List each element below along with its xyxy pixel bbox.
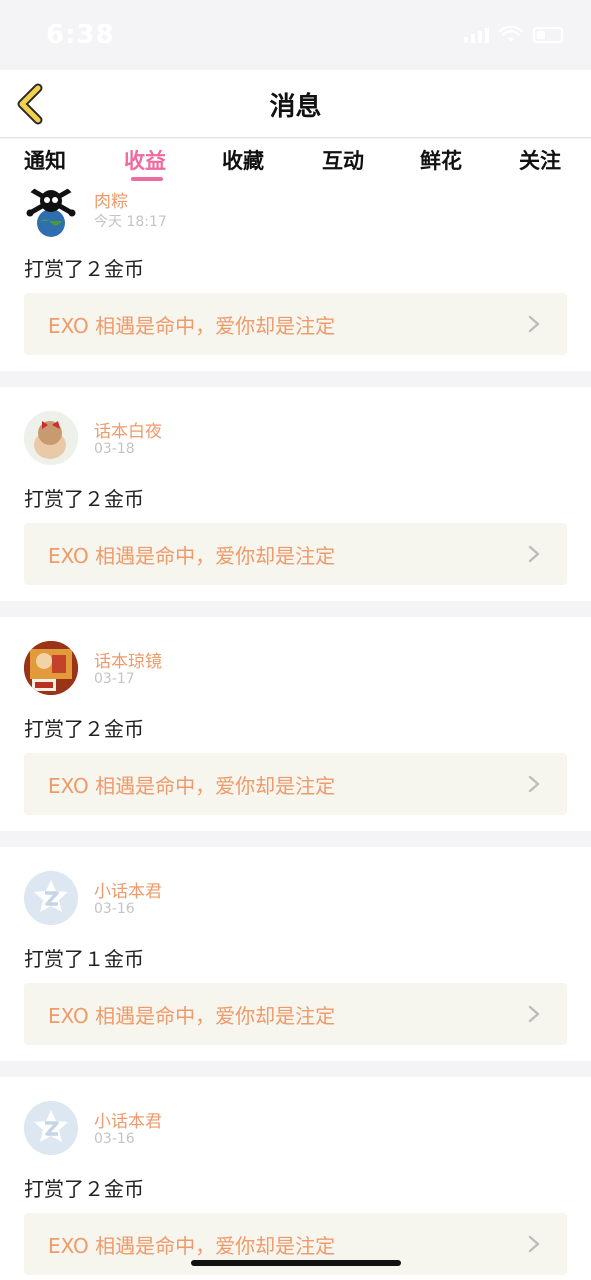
wifi-icon — [499, 26, 523, 42]
tab-favorites[interactable]: 收藏 — [222, 145, 264, 175]
work-link[interactable]: EXO 相遇是命中，爱你却是注定 — [24, 523, 567, 585]
battery-icon — [533, 27, 563, 43]
work-title: EXO 相遇是命中，爱你却是注定 — [48, 774, 336, 798]
work-link[interactable]: EXO 相遇是命中，爱你却是注定 — [24, 983, 567, 1045]
message-text: 打赏了２金币 — [24, 717, 144, 741]
tab-flowers[interactable]: 鲜花 — [420, 145, 462, 175]
message-date: 03-17 — [94, 671, 135, 687]
status-icons — [464, 26, 563, 44]
tab-interactions[interactable]: 互动 — [322, 145, 364, 175]
avatar[interactable] — [24, 411, 78, 465]
user-name[interactable]: 小话本君 — [94, 1107, 162, 1132]
tab-bar: 通知 收益 收藏 互动 鲜花 关注 — [0, 139, 591, 185]
chevron-right-icon — [528, 1235, 540, 1253]
status-bar: 6:38 — [0, 0, 591, 70]
chevron-right-icon — [528, 545, 540, 563]
avatar[interactable] — [24, 1101, 78, 1155]
message-card: 话本白夜 03-18 打赏了２金币 EXO 相遇是命中，爱你却是注定 — [0, 387, 591, 601]
user-name[interactable]: 小话本君 — [94, 877, 162, 902]
message-card: 小话本君 03-16 打赏了１金币 EXO 相遇是命中，爱你却是注定 — [0, 847, 591, 1061]
message-text: 打赏了２金币 — [24, 1177, 144, 1201]
user-name[interactable]: 话本白夜 — [94, 417, 162, 442]
chevron-right-icon — [528, 315, 540, 333]
chevron-right-icon — [528, 1005, 540, 1023]
avatar[interactable] — [24, 183, 78, 237]
page-title: 消息 — [269, 92, 322, 122]
message-date: 03-16 — [94, 1131, 135, 1147]
avatar[interactable] — [24, 641, 78, 695]
active-tab-indicator — [131, 177, 163, 181]
home-indicator[interactable] — [191, 1260, 401, 1266]
work-title: EXO 相遇是命中，爱你却是注定 — [48, 314, 336, 338]
message-card: 话本琼镜 03-17 打赏了２金币 EXO 相遇是命中，爱你却是注定 — [0, 617, 591, 831]
tab-earnings[interactable]: 收益 — [124, 145, 166, 175]
message-card: 肉粽 今天 18:17 打赏了２金币 EXO 相遇是命中，爱你却是注定 — [0, 183, 591, 371]
user-name[interactable]: 话本琼镜 — [94, 647, 162, 672]
work-link[interactable]: EXO 相遇是命中，爱你却是注定 — [24, 293, 567, 355]
chevron-right-icon — [528, 775, 540, 793]
avatar[interactable] — [24, 871, 78, 925]
message-text: 打赏了１金币 — [24, 947, 144, 971]
status-time: 6:38 — [46, 20, 115, 50]
tab-following[interactable]: 关注 — [519, 145, 561, 175]
user-name[interactable]: 肉粽 — [94, 187, 128, 212]
work-title: EXO 相遇是命中，爱你却是注定 — [48, 1004, 336, 1028]
nav-bar: 消息 — [0, 70, 591, 138]
work-link[interactable]: EXO 相遇是命中，爱你却是注定 — [24, 753, 567, 815]
message-date: 03-16 — [94, 901, 135, 917]
work-title: EXO 相遇是命中，爱你却是注定 — [48, 1234, 336, 1258]
message-text: 打赏了２金币 — [24, 487, 144, 511]
signal-icon — [464, 27, 489, 43]
message-date: 今天 18:17 — [94, 214, 167, 230]
message-text: 打赏了２金币 — [24, 257, 144, 281]
message-card: 小话本君 03-16 打赏了２金币 EXO 相遇是命中，爱你却是注定 — [0, 1077, 591, 1280]
work-title: EXO 相遇是命中，爱你却是注定 — [48, 544, 336, 568]
tab-notifications[interactable]: 通知 — [24, 145, 66, 175]
message-date: 03-18 — [94, 441, 135, 457]
